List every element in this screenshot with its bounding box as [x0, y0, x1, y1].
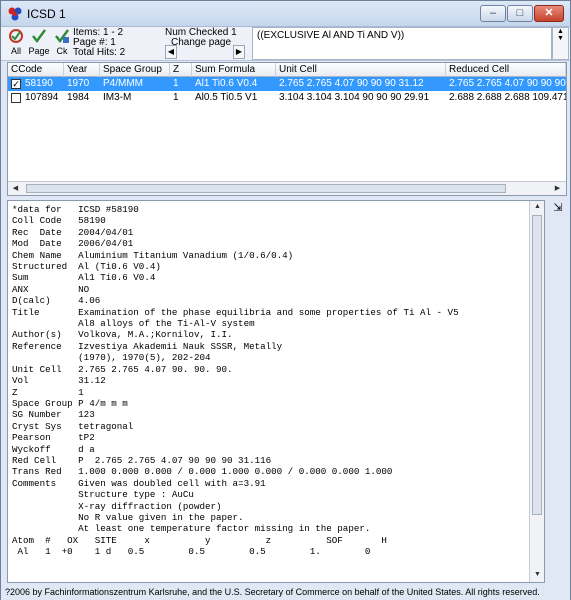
query-text[interactable]: ((EXCLUSIVE Al AND Ti AND V)) [252, 27, 552, 60]
grid-header: CCode Year Space Group Z Sum Formula Uni… [8, 63, 566, 77]
cell-reduced-cell: 2.765 2.765 4.07 90 90 90 31.1 [449, 78, 566, 89]
close-button[interactable]: ✕ [534, 5, 564, 22]
cell-ccode: 107894 [25, 92, 59, 103]
window-title: ICSD 1 [27, 7, 66, 21]
table-row[interactable]: 107894 1984 IM3-M 1 Al0.5 Ti0.5 V1 3.104… [8, 91, 566, 105]
cell-space-group: IM3-M [103, 92, 132, 103]
check-record-button[interactable]: Ck [51, 28, 73, 60]
check-page-icon [32, 29, 47, 44]
change-page-label: Change page [171, 37, 232, 48]
cell-year: 1984 [67, 92, 90, 103]
cell-ccode: 58190 [25, 78, 53, 89]
scroll-right-arrow-icon[interactable]: ▶ [551, 183, 564, 194]
scroll-left-arrow-icon[interactable]: ◀ [9, 183, 22, 194]
next-page-button[interactable]: ▶ [233, 45, 245, 59]
cell-z: 1 [173, 92, 179, 103]
record-detail-text: *data for ICSD #58190 Coll Code 58190 Re… [12, 204, 459, 558]
column-header-z[interactable]: Z [170, 63, 192, 77]
title-bar: ICSD 1 – □ ✕ [1, 1, 570, 27]
column-header-space-group[interactable]: Space Group [100, 63, 170, 77]
check-all-button[interactable]: All [5, 28, 27, 60]
toolbar: All Page Ck Items: 1 - 2 Page #: 1 Total… [1, 27, 570, 61]
scroll-up-arrow-icon[interactable]: ▲ [530, 201, 545, 213]
scrollbar-thumb[interactable] [532, 215, 542, 515]
column-header-unit-cell[interactable]: Unit Cell [276, 63, 446, 77]
column-header-reduced-cell[interactable]: Reduced Cell [446, 63, 566, 77]
cell-reduced-cell: 2.688 2.688 2.688 109.471 109 [449, 92, 566, 103]
icsd-window: ICSD 1 – □ ✕ All Page Ck Items: 1 - 2 Pa… [0, 0, 571, 600]
cell-year: 1970 [67, 78, 90, 89]
scroll-down-arrow-icon[interactable]: ▼ [530, 569, 545, 581]
total-hits: Total Hits: 2 [73, 47, 126, 58]
cell-unit-cell: 3.104 3.104 3.104 90 90 90 29.91 [279, 92, 430, 103]
results-grid: CCode Year Space Group Z Sum Formula Uni… [7, 62, 567, 196]
check-page-label: Page [28, 46, 50, 56]
check-record-label: Ck [56, 46, 68, 56]
select-all-icon [9, 29, 23, 43]
copyright-status-bar: ?2006 by Fachinformationszentrum Karlsru… [1, 585, 570, 600]
cell-unit-cell: 2.765 2.765 4.07 90 90 90 31.12 [279, 78, 424, 89]
row-checkbox[interactable] [11, 93, 21, 103]
check-page-button[interactable]: Page [28, 28, 50, 60]
previous-page-button[interactable]: ◀ [165, 45, 177, 59]
cell-sum-formula: Al0.5 Ti0.5 V1 [195, 92, 258, 103]
minimize-button[interactable]: – [480, 5, 506, 22]
check-all-label: All [10, 46, 21, 56]
row-checkbox[interactable]: ✓ [11, 79, 21, 89]
cell-z: 1 [173, 78, 179, 89]
column-header-year[interactable]: Year [64, 63, 100, 77]
export-icon[interactable]: ⇲ [550, 200, 566, 216]
column-header-ccode[interactable]: CCode [8, 63, 64, 77]
detail-vertical-scrollbar[interactable]: ▲ ▼ [529, 201, 544, 582]
maximize-button[interactable]: □ [507, 5, 533, 22]
record-detail-pane[interactable]: *data for ICSD #58190 Coll Code 58190 Re… [7, 200, 545, 583]
app-logo-icon [8, 7, 22, 21]
grid-horizontal-scrollbar[interactable]: ◀ ▶ [8, 181, 566, 195]
table-row[interactable]: ✓ 58190 1970 P4/MMM 1 Al1 Ti0.6 V0.4 2.7… [8, 77, 566, 91]
check-record-icon [55, 29, 70, 44]
column-header-sum-formula[interactable]: Sum Formula [192, 63, 276, 77]
cell-space-group: P4/MMM [103, 78, 143, 89]
query-scrollbar[interactable]: ▲ ▼ [552, 27, 569, 60]
scrollbar-thumb[interactable] [26, 184, 506, 193]
cell-sum-formula: Al1 Ti0.6 V0.4 [195, 78, 258, 89]
